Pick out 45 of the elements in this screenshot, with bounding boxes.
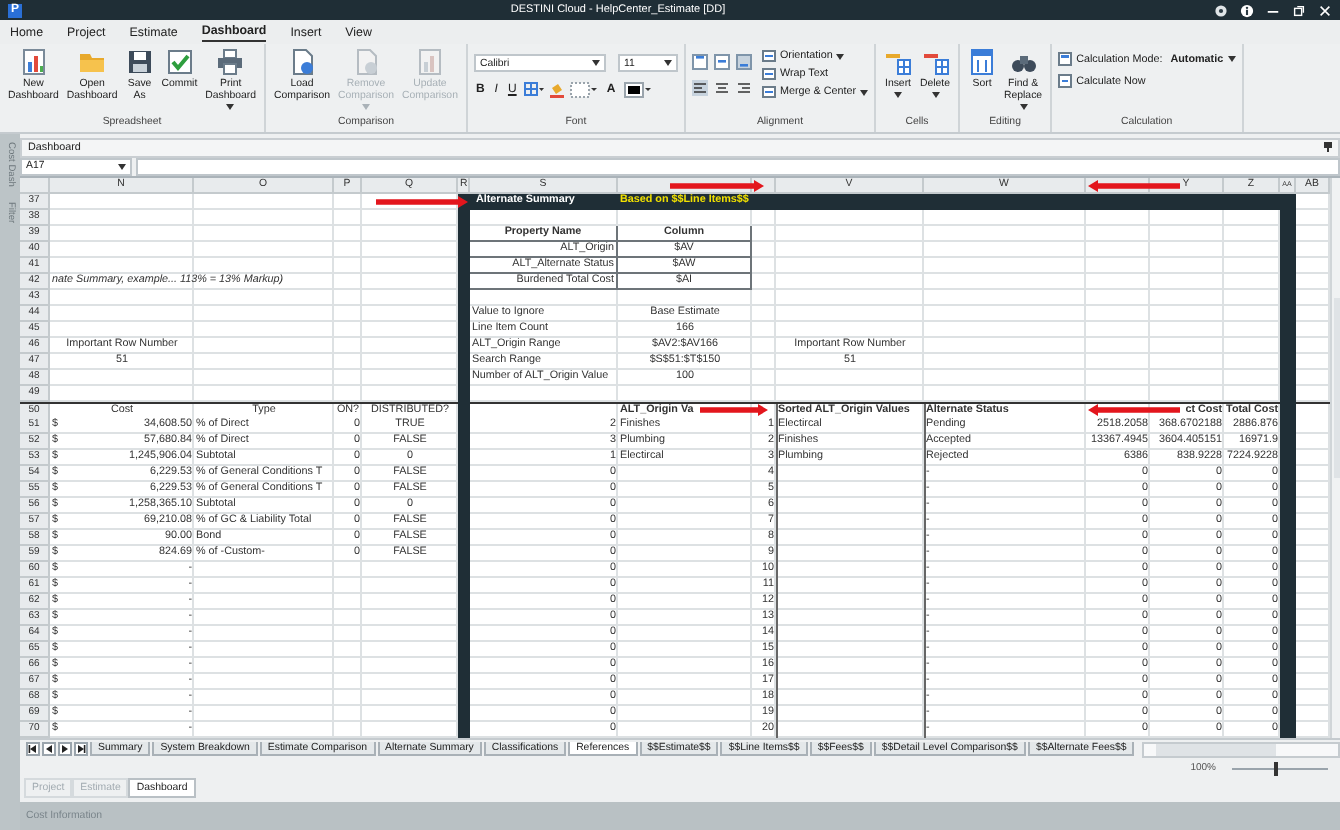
settings-icon[interactable]	[1214, 3, 1229, 17]
border-style-icon[interactable]	[570, 82, 599, 98]
format-icon	[761, 86, 776, 98]
horizontal-scrollbar[interactable]	[1142, 741, 1340, 758]
text-align-icon[interactable]	[735, 80, 752, 96]
vertical-align-icon[interactable]	[735, 54, 752, 70]
checkbox-icon	[165, 48, 194, 76]
annotation-arrow	[700, 403, 768, 416]
annotation-arrow	[1088, 403, 1180, 416]
caret-icon[interactable]	[836, 53, 845, 59]
delete-cells-icon	[921, 48, 950, 76]
scrollbar[interactable]	[1330, 177, 1340, 739]
caret-icon[interactable]	[1227, 56, 1236, 62]
chart-icon	[19, 48, 48, 76]
printer-icon	[216, 48, 245, 76]
close-icon[interactable]	[1318, 3, 1333, 17]
annotation-arrow	[1088, 179, 1180, 192]
sheet-nav-icon[interactable]	[58, 742, 72, 757]
color-picker-icon[interactable]	[623, 82, 652, 98]
annotation-arrow	[670, 179, 764, 192]
format-icon	[761, 68, 776, 80]
caret-icon[interactable]	[860, 89, 869, 95]
sheet-nav-icon[interactable]	[26, 742, 40, 757]
restore-icon[interactable]	[1292, 3, 1307, 17]
caret-icon	[591, 60, 600, 66]
text-align-icon[interactable]	[713, 80, 730, 96]
document-icon	[288, 48, 317, 76]
fill-bucket-icon[interactable]	[550, 82, 565, 98]
sheet-nav-icon[interactable]	[42, 742, 56, 757]
text-align-icon[interactable]	[691, 80, 708, 96]
format-icon	[761, 50, 776, 62]
calculator-icon	[1058, 52, 1073, 66]
insert-cells-icon	[884, 48, 913, 76]
calculator-icon	[1058, 74, 1073, 88]
table-icon	[968, 48, 997, 76]
caret-icon	[663, 60, 672, 66]
folder-icon	[78, 48, 107, 76]
sheet-nav-icon[interactable]	[74, 742, 88, 757]
vertical-align-icon[interactable]	[691, 54, 708, 70]
borders-icon[interactable]	[524, 82, 545, 98]
caret-icon	[118, 163, 126, 170]
vertical-align-icon[interactable]	[713, 54, 730, 70]
info-icon[interactable]	[1240, 3, 1255, 17]
pin-icon[interactable]	[1324, 142, 1332, 153]
annotation-arrow	[376, 195, 468, 208]
